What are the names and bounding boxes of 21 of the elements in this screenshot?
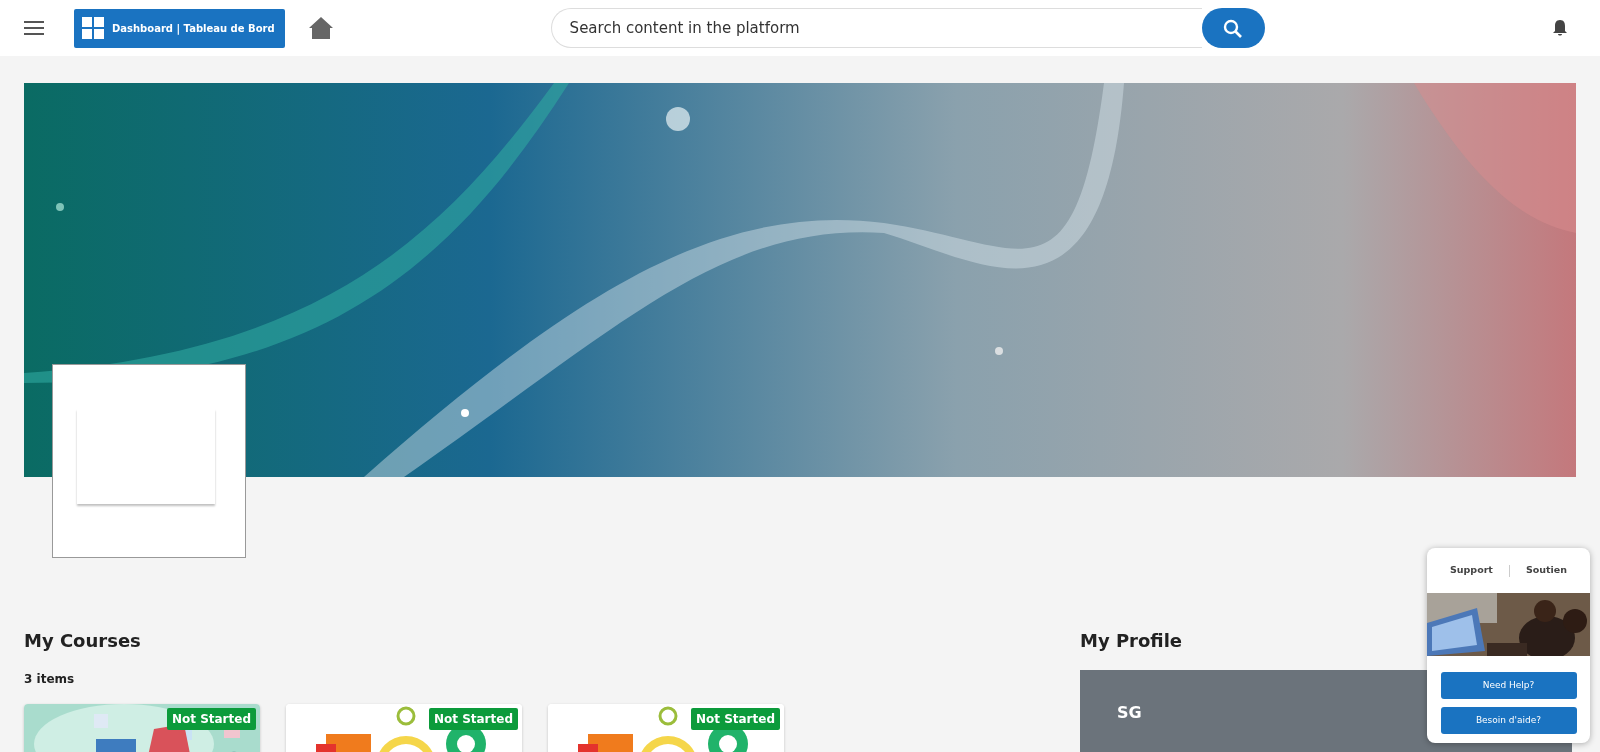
section-title: My Courses xyxy=(24,629,142,653)
course-card[interactable]: Not Started xyxy=(286,704,522,752)
search-button[interactable] xyxy=(1201,8,1265,48)
course-card[interactable]: Not Started xyxy=(548,704,784,752)
bell-icon[interactable] xyxy=(1552,19,1568,37)
home-icon[interactable] xyxy=(308,17,333,39)
course-card[interactable]: Not Started xyxy=(24,704,260,752)
language-tab[interactable]: Soutien xyxy=(1517,563,1576,578)
status-badge: Not Started xyxy=(428,708,518,730)
dashboard-button[interactable]: Dashboard | Tableau de Bord xyxy=(74,8,285,48)
search-icon xyxy=(1223,18,1244,39)
help-button[interactable]: Need Help? xyxy=(1440,672,1577,699)
status-badge: Not Started xyxy=(690,708,780,730)
menu-icon[interactable] xyxy=(24,21,44,35)
search-field[interactable]: Search content in the platform xyxy=(550,8,1202,48)
grid-icon xyxy=(82,17,104,39)
help-button[interactable]: Besoin d'aide? xyxy=(1440,707,1577,734)
section-title: My Profile xyxy=(1080,629,1184,653)
status-badge: Not Started xyxy=(166,708,256,730)
item-count: 3 items xyxy=(24,671,76,688)
language-tab[interactable]: Support xyxy=(1441,563,1501,578)
